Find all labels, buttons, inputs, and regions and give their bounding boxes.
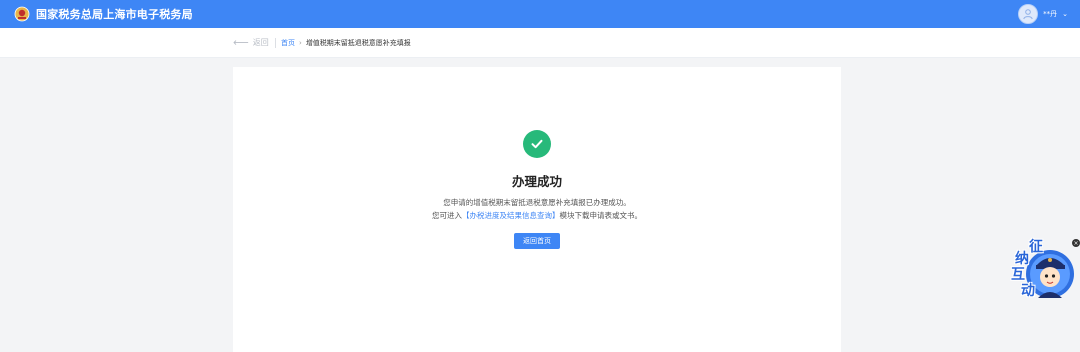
chevron-down-icon[interactable]: ⌄ [1062,10,1068,18]
breadcrumb-bar: ⟵ 返回 首页 › 增值税期末留抵退税意愿补充填报 [0,28,1080,58]
back-button[interactable]: ⟵ 返回 [233,37,269,48]
site-title: 国家税务总局上海市电子税务局 [36,8,193,21]
back-label: 返回 [252,38,269,47]
hint-suffix: 模块下载申请表或文书。 [559,211,643,220]
user-icon [1023,9,1033,20]
avatar[interactable] [1018,4,1039,24]
breadcrumb-home-link[interactable]: 首页 [281,38,295,48]
top-header: 国家税务总局上海市电子税务局 **丹 ⌄ [0,0,1080,28]
hint-prefix: 您可进入 [432,211,462,220]
close-icon[interactable]: × [1072,239,1080,247]
username[interactable]: **丹 [1043,9,1057,19]
widget-char-1: 征 [1029,239,1043,255]
breadcrumb-separator: › [299,39,302,47]
divider [275,38,276,48]
progress-query-link[interactable]: 【办税进度及结果信息查询】 [462,211,560,220]
tax-emblem-icon [14,6,30,22]
check-circle-icon [523,130,551,158]
breadcrumb-current: 增值税期末留抵退税意愿补充填报 [305,39,411,47]
arrow-left-icon: ⟵ [233,36,249,49]
result-hint: 您可进入【办税进度及结果信息查询】模块下载申请表或文书。 [233,210,841,221]
result-title: 办理成功 [511,174,562,189]
result-message: 您申请的增值税期末留抵退税意愿补充填报已办理成功。 [443,198,631,207]
return-home-button[interactable]: 返回首页 [514,233,560,249]
breadcrumb: 首页 › 增值税期末留抵退税意愿补充填报 [281,38,411,48]
user-menu[interactable]: **丹 ⌄ [1018,0,1068,28]
tax-interaction-widget[interactable]: 征 纳 互 动 [1005,238,1077,302]
widget-char-4: 动 [1021,283,1035,299]
result-card: 办理成功 您申请的增值税期末留抵退税意愿补充填报已办理成功。 您可进入【办税进度… [233,67,841,352]
